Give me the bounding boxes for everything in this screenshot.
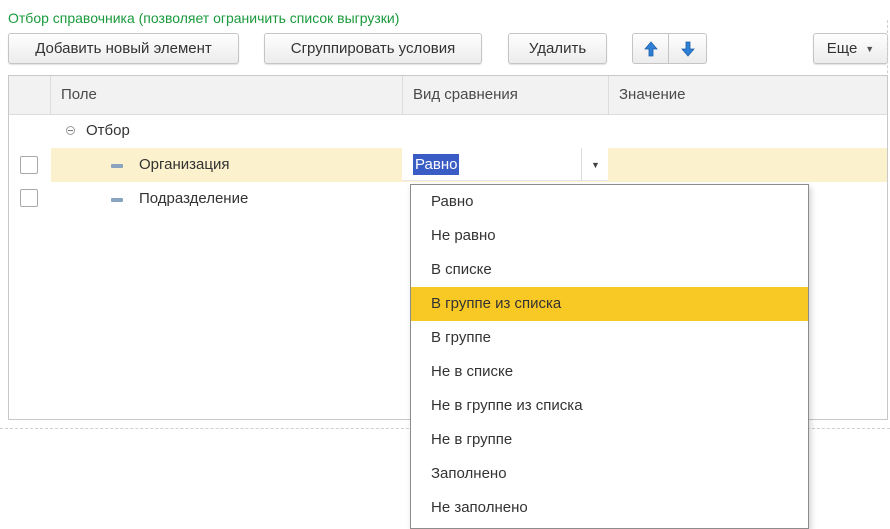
comparison-dropdown-list: Равно Не равно В списке В группе из спис… xyxy=(410,184,809,529)
dropdown-option[interactable]: Не в группе xyxy=(411,423,808,457)
row-field-label: Подразделение xyxy=(139,190,249,207)
form-title: Отбор справочника (позволяет ограничить … xyxy=(8,10,400,26)
dropdown-toggle-button[interactable]: ▼ xyxy=(581,148,609,181)
row-checkbox[interactable] xyxy=(20,189,38,207)
move-down-button[interactable] xyxy=(669,33,707,64)
move-buttons-group xyxy=(632,33,707,64)
chevron-down-icon: ▼ xyxy=(591,159,600,170)
arrow-down-icon xyxy=(680,41,695,57)
column-header-comparison[interactable]: Вид сравнения xyxy=(403,76,608,114)
arrow-up-icon xyxy=(643,40,658,56)
more-button-label: Еще xyxy=(826,40,858,57)
dropdown-option-highlighted[interactable]: В группе из списка xyxy=(411,287,808,321)
group-conditions-button[interactable]: Сгруппировать условия xyxy=(264,33,482,64)
row-checkbox[interactable] xyxy=(20,156,38,174)
delete-button[interactable]: Удалить xyxy=(508,33,607,64)
dropdown-option[interactable]: В списке xyxy=(411,253,808,287)
more-button[interactable]: Еще ▼ xyxy=(813,33,888,64)
dropdown-option[interactable]: Не заполнено xyxy=(411,491,808,525)
dropdown-option[interactable]: Не в списке xyxy=(411,355,808,389)
dropdown-option[interactable]: В группе xyxy=(411,321,808,355)
chevron-down-icon: ▼ xyxy=(865,43,875,54)
collapse-icon[interactable] xyxy=(66,126,75,135)
column-header-value[interactable]: Значение xyxy=(609,76,879,114)
row-field-label: Организация xyxy=(139,156,230,173)
dropdown-option[interactable]: Не равно xyxy=(411,219,808,253)
group-row[interactable]: Отбор xyxy=(9,114,887,148)
column-header-field[interactable]: Поле xyxy=(51,76,402,114)
dropdown-option[interactable]: Заполнено xyxy=(411,457,808,491)
comparison-select-value[interactable]: Равно xyxy=(413,154,460,175)
group-label: Отбор xyxy=(86,122,130,139)
dropdown-option[interactable]: Равно xyxy=(411,185,808,219)
filter-item-icon xyxy=(111,164,123,168)
grid-header: Поле Вид сравнения Значение xyxy=(9,76,887,115)
move-up-button[interactable] xyxy=(632,33,669,64)
filter-item-icon xyxy=(111,198,123,202)
add-element-button[interactable]: Добавить новый элемент xyxy=(8,33,239,64)
dropdown-option[interactable]: Не в группе из списка xyxy=(411,389,808,423)
